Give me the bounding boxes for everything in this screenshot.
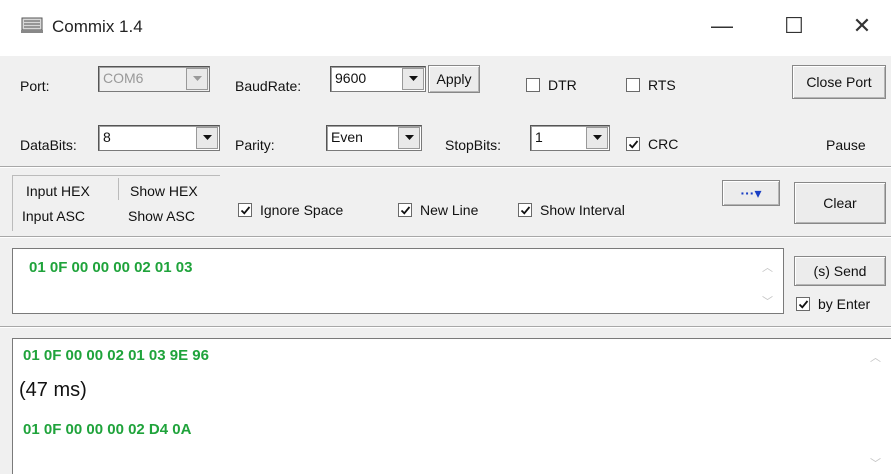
checkmark-icon bbox=[798, 300, 809, 309]
new-line-checkbox[interactable]: New Line bbox=[398, 202, 478, 218]
scroll-down-icon[interactable]: ﹀ bbox=[870, 455, 881, 471]
close-window-button[interactable]: ✕ bbox=[840, 8, 884, 44]
by-enter-box bbox=[796, 297, 810, 311]
separator-line bbox=[0, 236, 891, 238]
show-interval-label: Show Interval bbox=[540, 202, 625, 218]
parity-select[interactable]: Even bbox=[326, 125, 422, 151]
checkmark-icon bbox=[520, 206, 531, 215]
dtr-label: DTR bbox=[548, 77, 577, 93]
baudrate-value: 9600 bbox=[335, 70, 367, 86]
scroll-up-icon[interactable]: ︿ bbox=[762, 259, 773, 275]
send-input[interactable]: 01 0F 00 00 00 02 01 03 ︿ ﹀ bbox=[12, 248, 784, 314]
by-enter-label: by Enter bbox=[818, 296, 871, 312]
checkmark-icon bbox=[628, 140, 639, 149]
send-input-text: 01 0F 00 00 00 02 01 03 bbox=[29, 259, 193, 276]
input-asc-option[interactable]: Input ASC bbox=[22, 208, 85, 224]
mode-divider bbox=[118, 178, 119, 200]
title-bar: Commix 1.4 — ☐ ✕ bbox=[0, 0, 891, 56]
crc-checkbox[interactable]: CRC bbox=[626, 136, 678, 152]
commix-app-icon bbox=[20, 15, 44, 35]
chevron-down-icon bbox=[398, 127, 420, 149]
port-value: COM6 bbox=[103, 70, 144, 86]
parity-label: Parity: bbox=[235, 137, 275, 153]
rts-checkbox[interactable]: RTS bbox=[626, 77, 676, 93]
more-options-button[interactable]: ···▾ bbox=[722, 180, 780, 206]
crc-label: CRC bbox=[648, 136, 679, 152]
chevron-down-icon bbox=[586, 127, 608, 149]
show-interval-checkbox[interactable]: Show Interval bbox=[518, 202, 625, 218]
port-label: Port: bbox=[20, 78, 50, 94]
chevron-down-icon bbox=[196, 127, 218, 149]
send-button[interactable]: (s) Send bbox=[794, 256, 886, 286]
checkmark-icon bbox=[400, 206, 411, 215]
by-enter-checkbox[interactable]: by Enter bbox=[796, 296, 870, 312]
chevron-down-icon bbox=[402, 68, 424, 90]
main-panel: Port: COM6 BaudRate: 9600 Apply DTR RTS … bbox=[0, 56, 891, 474]
new-line-box bbox=[398, 203, 412, 217]
baudrate-select[interactable]: 9600 bbox=[330, 66, 426, 92]
output-line-interval: (47 ms) bbox=[19, 379, 87, 401]
show-interval-box bbox=[518, 203, 532, 217]
new-line-label: New Line bbox=[420, 202, 479, 218]
apply-button[interactable]: Apply bbox=[428, 65, 480, 93]
clear-button[interactable]: Clear bbox=[794, 182, 886, 224]
parity-value: Even bbox=[331, 129, 363, 145]
ignore-space-label: Ignore Space bbox=[260, 202, 344, 218]
window-title: Commix 1.4 bbox=[52, 17, 143, 36]
databits-label: DataBits: bbox=[20, 137, 77, 153]
input-hex-option[interactable]: Input HEX bbox=[26, 183, 90, 199]
ignore-space-box bbox=[238, 203, 252, 217]
output-line-data: 01 0F 00 00 02 01 03 9E 96 bbox=[23, 347, 209, 364]
minimize-button[interactable]: — bbox=[700, 8, 744, 44]
stopbits-label: StopBits: bbox=[445, 137, 502, 153]
show-hex-option[interactable]: Show HEX bbox=[130, 183, 198, 199]
port-select[interactable]: COM6 bbox=[98, 66, 210, 92]
dtr-box bbox=[526, 78, 540, 92]
stopbits-value: 1 bbox=[535, 129, 543, 145]
stopbits-select[interactable]: 1 bbox=[530, 125, 610, 151]
checkmark-icon bbox=[240, 206, 251, 215]
close-port-button[interactable]: Close Port bbox=[792, 65, 886, 99]
databits-select[interactable]: 8 bbox=[98, 125, 220, 151]
scroll-down-icon[interactable]: ﹀ bbox=[762, 293, 773, 309]
scroll-up-icon[interactable]: ︿ bbox=[870, 349, 881, 365]
rts-box bbox=[626, 78, 640, 92]
separator-line bbox=[0, 166, 891, 168]
separator-line bbox=[0, 326, 891, 328]
baudrate-label: BaudRate: bbox=[235, 78, 302, 94]
show-asc-option[interactable]: Show ASC bbox=[128, 208, 195, 224]
maximize-button[interactable]: ☐ bbox=[772, 8, 816, 44]
output-line-data: 01 0F 00 00 00 02 D4 0A bbox=[23, 421, 192, 438]
pause-button[interactable]: Pause bbox=[826, 137, 866, 153]
ignore-space-checkbox[interactable]: Ignore Space bbox=[238, 202, 343, 218]
chevron-down-icon bbox=[186, 68, 208, 90]
databits-value: 8 bbox=[103, 129, 111, 145]
output-console[interactable]: 01 0F 00 00 02 01 03 9E 96 (47 ms) 01 0F… bbox=[12, 338, 891, 474]
crc-box bbox=[626, 137, 640, 151]
rts-label: RTS bbox=[648, 77, 676, 93]
dtr-checkbox[interactable]: DTR bbox=[526, 77, 577, 93]
